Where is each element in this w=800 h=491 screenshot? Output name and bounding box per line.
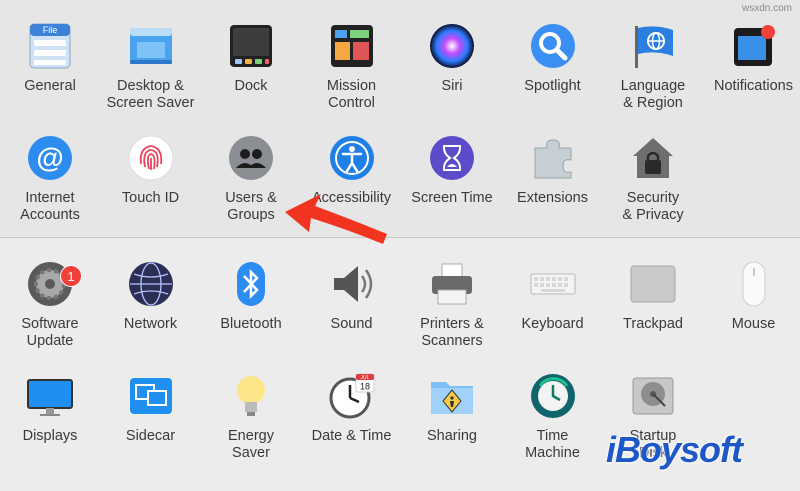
svg-text:File: File bbox=[43, 25, 58, 35]
sharing-folder-icon bbox=[428, 372, 476, 420]
pref-software-update[interactable]: Software Update 1 bbox=[0, 238, 100, 349]
spotlight-icon bbox=[529, 22, 577, 70]
time-machine-icon bbox=[529, 372, 577, 420]
pref-screen-time[interactable]: Screen Time bbox=[402, 112, 502, 218]
bluetooth-icon bbox=[227, 260, 275, 308]
fingerprint-icon bbox=[127, 134, 175, 182]
pref-energy-saver[interactable]: Energy Saver bbox=[201, 350, 301, 461]
speaker-icon bbox=[328, 260, 376, 308]
pref-label: Sharing bbox=[427, 428, 477, 444]
hourglass-icon bbox=[428, 134, 476, 182]
keyboard-icon bbox=[529, 260, 577, 308]
globe-icon bbox=[127, 260, 175, 308]
accessibility-icon bbox=[328, 134, 376, 182]
pref-touch-id[interactable]: Touch ID bbox=[101, 112, 201, 218]
desktop-icon bbox=[127, 22, 175, 70]
notifications-icon bbox=[730, 22, 778, 70]
house-lock-icon bbox=[629, 134, 677, 182]
users-icon bbox=[227, 134, 275, 182]
pref-label: Spotlight bbox=[524, 78, 581, 94]
calendar-month-text: JUL bbox=[360, 375, 369, 381]
lightbulb-icon bbox=[227, 372, 275, 420]
pref-label: Siri bbox=[441, 78, 463, 94]
disk-icon bbox=[629, 372, 677, 420]
pref-label: Internet Accounts bbox=[20, 190, 80, 223]
mouse-icon bbox=[730, 260, 778, 308]
pref-internet-accounts[interactable]: @ Internet Accounts bbox=[0, 112, 100, 223]
printer-icon bbox=[428, 260, 476, 308]
pref-label: Trackpad bbox=[623, 316, 683, 332]
pref-sharing[interactable]: Sharing bbox=[402, 350, 502, 456]
pref-label: Extensions bbox=[517, 190, 588, 206]
pref-label: Time Machine bbox=[525, 428, 580, 461]
sidecar-icon bbox=[127, 372, 175, 420]
pref-label: Software Update bbox=[21, 316, 79, 349]
pref-trackpad[interactable]: Trackpad bbox=[603, 238, 703, 344]
pref-label: Mouse bbox=[731, 316, 776, 332]
pref-label: Date & Time bbox=[311, 428, 392, 444]
calendar-day-text: 18 bbox=[359, 382, 369, 392]
pref-label: Displays bbox=[22, 428, 78, 444]
pref-general[interactable]: File General bbox=[0, 0, 100, 106]
language-flag-icon bbox=[629, 22, 677, 70]
pref-displays[interactable]: Displays bbox=[0, 350, 100, 456]
watermark-logo: iBoysoft bbox=[606, 429, 743, 470]
trackpad-icon bbox=[629, 260, 677, 308]
pref-date-time[interactable]: JUL 18 Date & Time bbox=[302, 350, 402, 456]
site-credit: wsxdn.com bbox=[741, 3, 792, 14]
display-icon bbox=[26, 372, 74, 420]
pref-sound[interactable]: Sound bbox=[302, 238, 402, 344]
pref-label: Energy Saver bbox=[228, 428, 274, 461]
pref-extensions[interactable]: Extensions bbox=[503, 112, 603, 218]
pref-dock[interactable]: Dock bbox=[201, 0, 301, 106]
pref-label: Notifications bbox=[714, 78, 793, 94]
siri-icon bbox=[428, 22, 476, 70]
pref-siri[interactable]: Siri bbox=[402, 0, 502, 106]
mission-control-icon bbox=[328, 22, 376, 70]
puzzle-icon bbox=[529, 134, 577, 182]
preferences-row: Software Update 1 Network Bluetooth Sound Pri… bbox=[0, 238, 800, 349]
pref-spotlight[interactable]: Spotlight bbox=[503, 0, 603, 106]
pref-keyboard[interactable]: Keyboard bbox=[503, 238, 603, 344]
pref-label: Language & Region bbox=[620, 78, 686, 111]
pref-notifications[interactable]: Notifications bbox=[704, 0, 800, 106]
personal-preferences-section: File General Desktop & Screen Saver Dock Mis… bbox=[0, 0, 800, 237]
general-icon: File bbox=[26, 22, 74, 70]
pref-label: Mission Control bbox=[326, 78, 377, 111]
pref-printers-scanners[interactable]: Printers & Scanners bbox=[402, 238, 502, 349]
pref-label: Bluetooth bbox=[220, 316, 282, 332]
pref-network[interactable]: Network bbox=[101, 238, 201, 344]
preferences-row: @ Internet Accounts Touch ID Users & Groups… bbox=[0, 112, 800, 223]
pref-time-machine[interactable]: Time Machine bbox=[503, 350, 603, 461]
dock-icon bbox=[227, 22, 275, 70]
pref-label: Security & Privacy bbox=[622, 190, 684, 223]
pref-label: Sidecar bbox=[125, 428, 176, 444]
pref-mission-control[interactable]: Mission Control bbox=[302, 0, 402, 111]
pref-label: Desktop & Screen Saver bbox=[106, 78, 195, 111]
clock-icon: JUL 18 bbox=[328, 372, 376, 420]
pref-security-privacy[interactable]: Security & Privacy bbox=[603, 112, 703, 223]
svg-text:@: @ bbox=[36, 142, 63, 173]
at-sign-icon: @ bbox=[26, 134, 74, 182]
pref-label: Printers & Scanners bbox=[420, 316, 484, 349]
pref-label: Sound bbox=[330, 316, 373, 332]
update-count-badge: 1 bbox=[60, 265, 82, 287]
pref-mouse[interactable]: Mouse bbox=[704, 238, 800, 344]
pref-sidecar[interactable]: Sidecar bbox=[101, 350, 201, 456]
pref-language-region[interactable]: Language & Region bbox=[603, 0, 703, 111]
pref-label: Dock bbox=[234, 78, 268, 94]
pref-label: Touch ID bbox=[121, 190, 180, 206]
pref-desktop-screen-saver[interactable]: Desktop & Screen Saver bbox=[101, 0, 201, 111]
pref-label: Network bbox=[123, 316, 178, 332]
pointer-arrow-icon bbox=[285, 194, 387, 244]
pref-label: General bbox=[24, 78, 76, 94]
preferences-row: File General Desktop & Screen Saver Dock Mis… bbox=[0, 0, 800, 111]
pref-bluetooth[interactable]: Bluetooth bbox=[201, 238, 301, 344]
pref-label: Screen Time bbox=[411, 190, 493, 206]
pref-label: Keyboard bbox=[521, 316, 584, 332]
